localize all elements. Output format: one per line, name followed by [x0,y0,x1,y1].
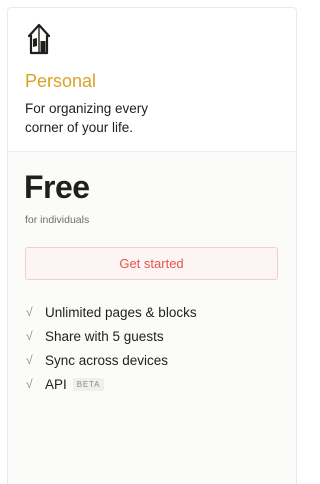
checkmark-icon: √ [26,353,33,367]
feature-label: API [45,376,67,392]
plan-price-subtitle: for individuals [25,214,90,226]
pricing-card-personal: Personal For organizing every corner of … [7,7,297,484]
feature-label: Sync across devices [45,352,169,368]
checkmark-icon: √ [26,329,33,343]
feature-item: √ API BETA [26,372,197,396]
plan-price: Free [24,169,90,205]
plan-name: Personal [25,71,97,91]
feature-item: √ Sync across devices [26,348,197,372]
beta-badge: BETA [72,377,105,391]
checkmark-icon: √ [26,377,33,391]
feature-item: √ Share with 5 guests [26,324,197,348]
plan-details: Free for individuals Get started √ Unlim… [8,152,296,484]
feature-list: √ Unlimited pages & blocks √ Share with … [26,300,197,396]
feature-label: Unlimited pages & blocks [45,304,197,320]
plan-description: For organizing every corner of your life… [25,101,149,135]
house-icon [27,23,51,55]
get-started-button[interactable]: Get started [25,247,278,280]
checkmark-icon: √ [26,305,33,319]
plan-header: Personal For organizing every corner of … [8,8,296,152]
feature-item: √ Unlimited pages & blocks [26,300,197,324]
feature-label: Share with 5 guests [45,328,164,344]
